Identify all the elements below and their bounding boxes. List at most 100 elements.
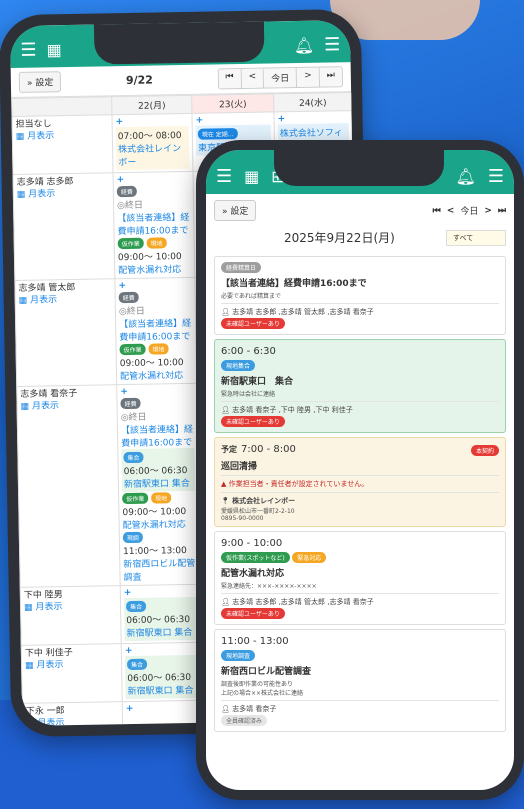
user-icon: 👤︎ bbox=[221, 598, 230, 606]
month-view-link[interactable]: ▦ 月表示 bbox=[20, 399, 113, 413]
first-icon[interactable]: ⏮ bbox=[433, 206, 441, 216]
event-time: 07:00〜 08:00 bbox=[117, 131, 182, 143]
month-link-label[interactable]: 月表示 bbox=[35, 602, 62, 612]
month-view-link[interactable]: ▦ 月表示 bbox=[16, 129, 109, 143]
event-warning: ▲ 作業担当者・責任者が設定されていません。 bbox=[221, 475, 499, 489]
event-card[interactable]: 予定 7:00 - 8:00 本契約 巡回清掃 ▲ 作業担当者・責任者が設定されてい… bbox=[214, 437, 506, 527]
event-item[interactable]: 集合 06:00〜 06:30 新宿駅東口 集合 bbox=[123, 596, 198, 642]
menu-icon[interactable]: ☰ bbox=[324, 34, 341, 55]
date-label: 9/22 bbox=[125, 73, 154, 88]
list-icon[interactable]: ☰ bbox=[20, 39, 37, 60]
day-cell[interactable]: + 経費 ◎終日 【該当者連絡】経費申請16:00まで 仮作業 現地 09:00〜 10:… bbox=[112, 171, 195, 279]
list-icon[interactable]: ☰ bbox=[216, 166, 232, 187]
event-note: 調査後即作業の可能性あり bbox=[221, 681, 294, 688]
month-link-label[interactable]: 月表示 bbox=[36, 660, 63, 670]
event-chip: 仮作業 bbox=[122, 492, 149, 505]
event-title[interactable]: 【該当者連絡】経費申請16:00まで bbox=[121, 422, 194, 449]
add-icon[interactable]: + bbox=[120, 386, 193, 397]
event-title[interactable]: 配管水漏れ対応 bbox=[118, 262, 191, 276]
event-allday: ◎終日 bbox=[118, 306, 145, 318]
prev-icon[interactable]: < bbox=[447, 206, 455, 216]
status-badge: 未確認ユーザーあり bbox=[221, 318, 285, 329]
event-card[interactable]: 経費精算日 【該当者連絡】経費申請16:00まで 必要であれば精算まで 👤︎ 志… bbox=[214, 256, 506, 335]
event-title[interactable]: 【該当者連絡】経費申請16:00まで bbox=[119, 316, 192, 343]
event-chip: 経費 bbox=[120, 397, 141, 410]
event-time: 11:00〜 13:00 bbox=[123, 546, 187, 558]
column-header: 22(月) bbox=[111, 95, 192, 115]
calendar-icon[interactable]: ▦ bbox=[244, 167, 259, 186]
event-note: 必要であれば精算まで bbox=[221, 293, 281, 300]
event-title[interactable]: 新宿西ロビル配管調査 bbox=[123, 556, 196, 583]
event-title[interactable]: 配管水漏れ対応 bbox=[120, 368, 193, 382]
filter-select[interactable]: すべて bbox=[446, 229, 506, 246]
phone-notch bbox=[93, 21, 265, 65]
event-chip: 仮作業(スポットなど) bbox=[221, 552, 290, 563]
bell-icon[interactable]: 🔔︎ bbox=[456, 167, 476, 186]
event-item[interactable]: 集合 06:00〜 06:30 新宿駅東口 集合 bbox=[124, 654, 199, 700]
month-link-label[interactable]: 月表示 bbox=[27, 131, 54, 141]
first-button[interactable]: ⏮ bbox=[218, 68, 242, 89]
add-icon[interactable]: + bbox=[118, 280, 191, 291]
event-time: 06:00〜 06:30 bbox=[127, 672, 192, 685]
add-icon[interactable]: + bbox=[117, 174, 190, 185]
event-chip: 経費 bbox=[116, 185, 137, 198]
event-allday: ◎終日 bbox=[116, 200, 144, 212]
event-card[interactable]: 6:00 - 6:30 現地集合 新宿駅東口 集合 緊急時は会社に連絡 👤︎ 志… bbox=[214, 339, 506, 433]
month-link-label[interactable]: 月表示 bbox=[37, 718, 64, 726]
settings-button[interactable]: » 設定 bbox=[18, 71, 62, 93]
event-title[interactable]: 【該当者連絡】経費申請16:00まで bbox=[117, 210, 190, 237]
event-item[interactable]: 07:00〜 08:00 株式会社レインボー bbox=[115, 125, 190, 171]
day-cell[interactable]: + 経費 ◎終日 【該当者連絡】経費申請16:00まで 仮作業 現地 09:00〜 10:… bbox=[114, 277, 197, 385]
event-note: 緊急時は会社に連絡 bbox=[221, 391, 276, 398]
settings-button[interactable]: » 設定 bbox=[214, 200, 257, 221]
prev-button[interactable]: < bbox=[241, 68, 265, 88]
today-button[interactable]: 今日 bbox=[264, 68, 298, 88]
event-title[interactable]: 配管水漏れ対応 bbox=[123, 517, 196, 531]
event-item[interactable]: 集合 06:00〜 06:30 新宿駅東口 集合 bbox=[121, 447, 196, 493]
event-time-prefix: 予定 bbox=[221, 445, 237, 454]
status-badge: 未確認ユーザーあり bbox=[221, 416, 285, 427]
month-view-link[interactable]: ▦ 月表示 bbox=[17, 187, 110, 201]
month-view-link[interactable]: ▦ 月表示 bbox=[19, 293, 112, 307]
phone-notch bbox=[274, 150, 444, 186]
event-title: 新宿駅東口 集合 bbox=[126, 627, 193, 640]
event-chip: 経費精算日 bbox=[221, 262, 262, 273]
month-link-label[interactable]: 月表示 bbox=[28, 189, 55, 199]
menu-icon[interactable]: ☰ bbox=[488, 166, 504, 187]
month-view-link[interactable]: ▦ 月表示 bbox=[25, 658, 118, 672]
members-text: 志多靖 看奈子 ,下中 陸男 ,下中 利佳子 bbox=[232, 406, 353, 414]
event-title: 配管水漏れ対応 bbox=[221, 569, 285, 579]
phone-front: ☰ ▦ ⊞ ◷ 🔔︎ ☰ » 設定 ⏮ < 今日 > ⏭ 2025年9月22日(… bbox=[196, 140, 524, 800]
next-button[interactable]: > bbox=[297, 67, 320, 88]
day-cell[interactable]: +07:00〜 08:00 株式会社レインボー bbox=[111, 113, 193, 173]
event-card[interactable]: 11:00 - 13:00 現地調査 新宿西ロビル配管調査 調査後即作業の可能性… bbox=[214, 629, 506, 732]
calendar-icon[interactable]: ▦ bbox=[46, 40, 61, 59]
last-button[interactable]: ⏭ bbox=[319, 67, 343, 87]
month-view-link[interactable]: ▦ 月表示 bbox=[24, 600, 117, 614]
event-title: 【該当者連絡】経費申請16:00まで bbox=[221, 279, 367, 289]
day-cell[interactable]: + 集合 06:00〜 06:30 新宿駅東口 集合 bbox=[120, 584, 202, 644]
month-link-label[interactable]: 月表示 bbox=[30, 295, 57, 305]
event-note: 緊急連絡先：×××-××××-×××× bbox=[221, 583, 317, 590]
event-chip: 現地 bbox=[146, 237, 167, 249]
today-button[interactable]: 今日 bbox=[460, 204, 478, 217]
event-chip: 集合 bbox=[123, 451, 144, 464]
event-time: 9:00 - 10:00 bbox=[221, 538, 283, 549]
day-cell[interactable]: + 経費 ◎終日 【該当者連絡】経費申請16:00まで 集合 06:00〜 06:30 新… bbox=[116, 383, 201, 586]
month-link-label[interactable]: 月表示 bbox=[32, 401, 59, 411]
event-title: 新宿駅東口 集合 bbox=[127, 685, 194, 698]
status-badge: 未確認ユーザーあり bbox=[221, 608, 285, 619]
member-cell: 下中 陸男 ▦ 月表示 bbox=[20, 585, 122, 646]
event-card[interactable]: 9:00 - 10:00 仮作業(スポットなど) 緊急対応 配管水漏れ対応 緊急… bbox=[214, 531, 506, 625]
event-chip: 緊急対応 bbox=[292, 552, 327, 563]
column-header: 23(火) bbox=[191, 93, 274, 114]
next-icon[interactable]: > bbox=[484, 206, 492, 216]
phone-front-screen: ☰ ▦ ⊞ ◷ 🔔︎ ☰ » 設定 ⏮ < 今日 > ⏭ 2025年9月22日(… bbox=[206, 150, 514, 790]
last-icon[interactable]: ⏭ bbox=[498, 206, 506, 216]
event-title: 新宿駅東口 集合 bbox=[221, 377, 294, 387]
bell-icon[interactable]: 🔔︎ bbox=[294, 35, 315, 54]
day-cell[interactable]: + bbox=[122, 700, 203, 726]
day-cell[interactable]: + 集合 06:00〜 06:30 新宿駅東口 集合 bbox=[121, 642, 203, 702]
month-view-link[interactable]: ▦ 月表示 bbox=[26, 716, 119, 726]
add-icon[interactable]: + bbox=[126, 703, 199, 714]
